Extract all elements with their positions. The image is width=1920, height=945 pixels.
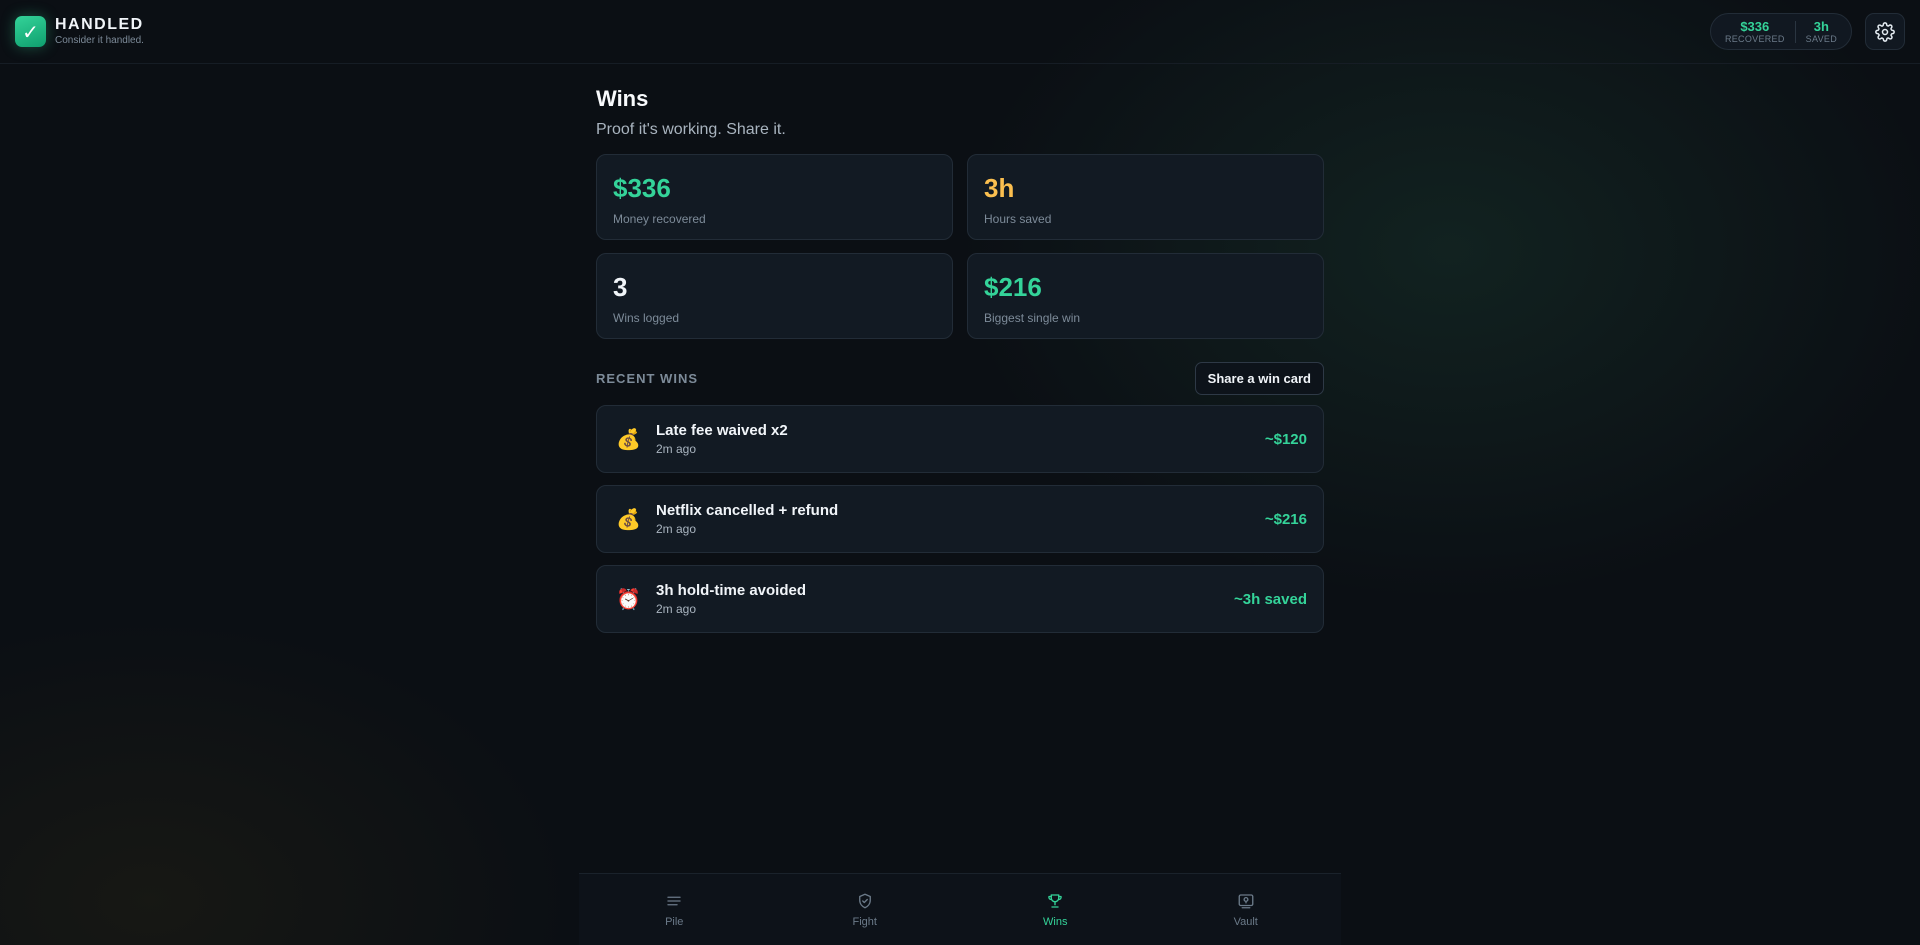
brand-text: HANDLED Consider it handled. bbox=[55, 17, 144, 46]
nav-item-wins[interactable]: Wins bbox=[960, 874, 1151, 945]
list-item[interactable]: 💰 Netflix cancelled + refund 2m ago ~$21… bbox=[596, 485, 1324, 553]
win-time: 2m ago bbox=[656, 442, 697, 456]
alarm-clock-icon: ⏰ bbox=[616, 587, 641, 611]
recent-wins-header: RECENT WINS Share a win card bbox=[596, 362, 1324, 395]
brand-name: HANDLED bbox=[55, 16, 144, 33]
stat-label: Hours saved bbox=[984, 212, 1052, 226]
recovered-value: $336 bbox=[1740, 18, 1770, 34]
recovered-stat: $336 RECOVERED bbox=[1725, 20, 1785, 44]
win-text: Netflix cancelled + refund 2m ago bbox=[656, 502, 1265, 536]
stats-grid: $336 Money recovered 3h Hours saved 3 Wi… bbox=[596, 154, 1324, 339]
brand-tagline: Consider it handled. bbox=[55, 35, 144, 46]
win-amount: ~$120 bbox=[1264, 430, 1307, 448]
saved-stat: 3h SAVED bbox=[1806, 20, 1837, 44]
stat-value: $336 bbox=[613, 173, 671, 203]
list-icon bbox=[667, 896, 681, 905]
page-title: Wins bbox=[596, 86, 649, 111]
nav-label: Wins bbox=[1043, 915, 1068, 928]
stat-value: 3 bbox=[613, 272, 628, 302]
stat-card-money-recovered: $336 Money recovered bbox=[596, 154, 953, 240]
list-item[interactable]: 💰 Late fee waived x2 2m ago ~$120 bbox=[596, 405, 1324, 473]
stat-label: Biggest single win bbox=[984, 311, 1081, 325]
saved-value: 3h bbox=[1813, 18, 1829, 34]
page-subtitle: Proof it's working. Share it. bbox=[596, 121, 786, 138]
stat-value: 3h bbox=[984, 173, 1015, 203]
brand[interactable]: ✓ HANDLED Consider it handled. bbox=[15, 16, 144, 47]
nav-label: Pile bbox=[665, 915, 684, 928]
header-actions: $336 RECOVERED 3h SAVED bbox=[1709, 13, 1905, 50]
top-bar: ✓ HANDLED Consider it handled. $336 RECO… bbox=[0, 0, 1920, 64]
stat-label: Wins logged bbox=[613, 311, 680, 325]
list-item[interactable]: ⏰ 3h hold-time avoided 2m ago ~3h saved bbox=[596, 565, 1324, 633]
money-bag-icon: 💰 bbox=[616, 427, 641, 451]
win-title: 3h hold-time avoided bbox=[656, 582, 807, 599]
stat-card-wins-logged: 3 Wins logged bbox=[596, 253, 953, 339]
section-label: RECENT WINS bbox=[596, 371, 698, 386]
stat-card-biggest-win: $216 Biggest single win bbox=[967, 253, 1324, 339]
nav-label: Vault bbox=[1233, 915, 1258, 928]
shield-icon bbox=[858, 893, 871, 908]
wins-page: Wins Proof it's working. Share it. $336 … bbox=[596, 86, 1324, 633]
bottom-nav: Pile Fight Wins Vault bbox=[579, 873, 1341, 945]
win-amount: ~3h saved bbox=[1234, 590, 1307, 608]
win-text: Late fee waived x2 2m ago bbox=[656, 422, 1265, 456]
nav-item-vault[interactable]: Vault bbox=[1151, 874, 1342, 945]
nav-item-pile[interactable]: Pile bbox=[579, 874, 770, 945]
vault-icon bbox=[1238, 893, 1254, 908]
stat-value: $216 bbox=[984, 272, 1042, 302]
win-text: 3h hold-time avoided 2m ago bbox=[656, 582, 1234, 616]
stat-card-hours-saved: 3h Hours saved bbox=[967, 154, 1324, 240]
pill-divider bbox=[1794, 20, 1796, 43]
share-win-card-button[interactable]: Share a win card bbox=[1194, 362, 1324, 395]
money-bag-icon: 💰 bbox=[616, 507, 641, 531]
win-time: 2m ago bbox=[656, 522, 697, 536]
win-title: Netflix cancelled + refund bbox=[656, 502, 839, 519]
saved-label: SAVED bbox=[1805, 33, 1837, 44]
trophy-icon bbox=[1048, 893, 1063, 908]
recovered-label: RECOVERED bbox=[1724, 33, 1785, 44]
stat-label: Money recovered bbox=[613, 212, 706, 226]
win-time: 2m ago bbox=[656, 602, 697, 616]
settings-button[interactable] bbox=[1865, 13, 1905, 50]
stats-pill[interactable]: $336 RECOVERED 3h SAVED bbox=[1709, 13, 1852, 50]
recent-wins-list: 💰 Late fee waived x2 2m ago ~$120 💰 Netf… bbox=[596, 405, 1324, 633]
win-amount: ~$216 bbox=[1264, 510, 1307, 528]
nav-item-fight[interactable]: Fight bbox=[770, 874, 961, 945]
gear-icon bbox=[1875, 21, 1895, 42]
nav-label: Fight bbox=[852, 915, 877, 928]
checkmark-logo-icon: ✓ bbox=[15, 16, 46, 47]
win-title: Late fee waived x2 bbox=[656, 422, 788, 439]
